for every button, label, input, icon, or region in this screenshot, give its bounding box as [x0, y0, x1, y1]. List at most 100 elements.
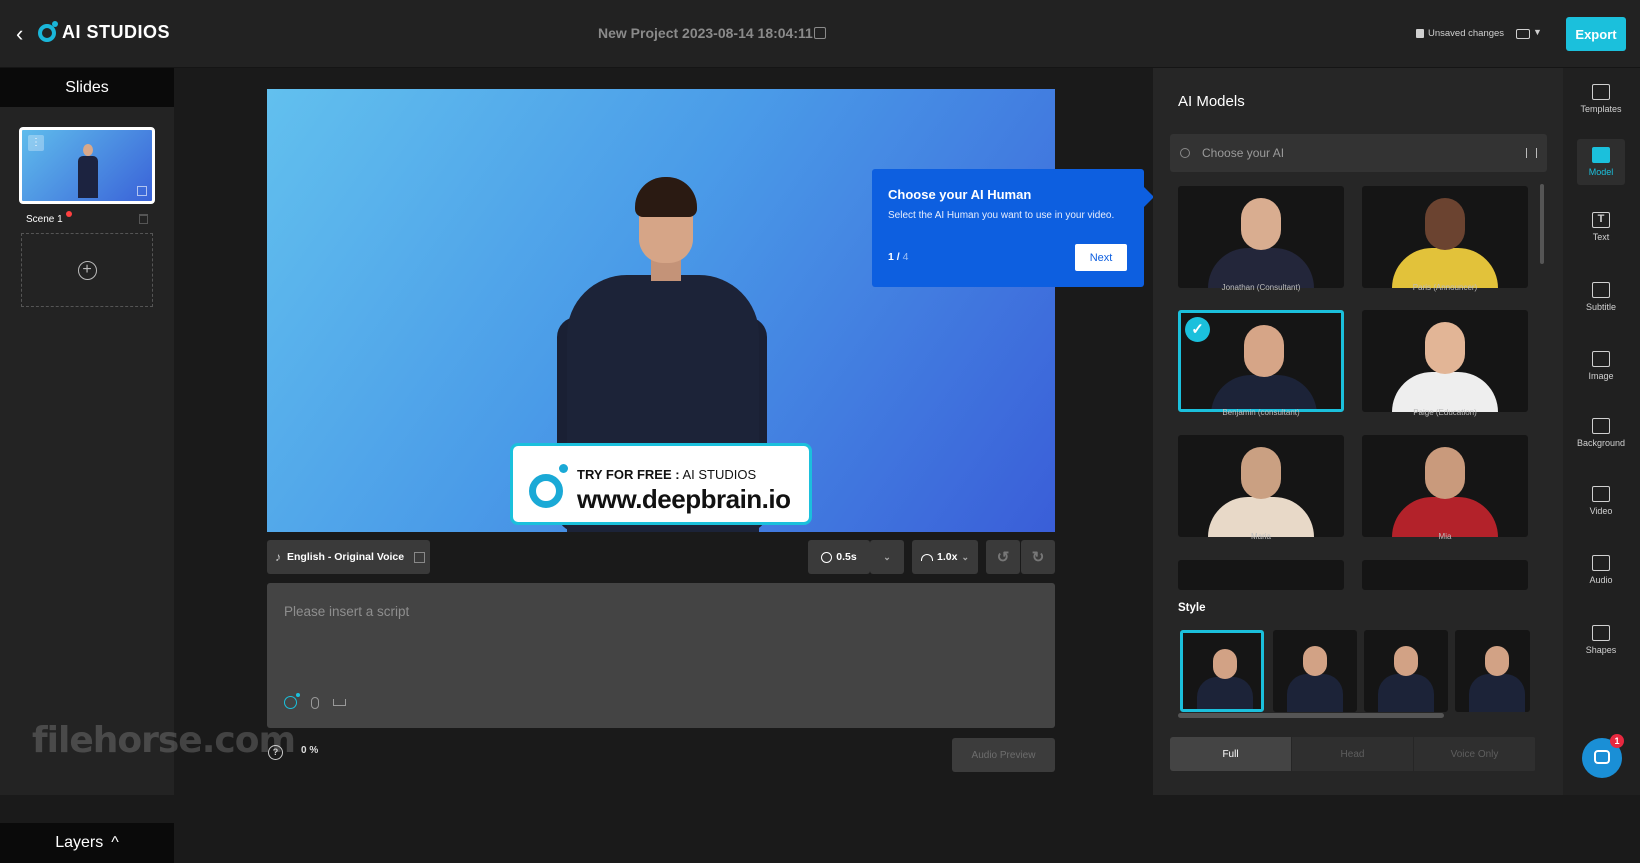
chat-badge: 1: [1610, 734, 1624, 748]
rail-shapes[interactable]: Shapes: [1577, 617, 1625, 663]
model-card-jonathan[interactable]: [1178, 186, 1344, 288]
filter-icon[interactable]: [1526, 148, 1537, 158]
plus-circle-icon: +: [77, 260, 97, 280]
model-name: Jonathan (Consultant): [1221, 283, 1301, 292]
model-name: Mia: [1438, 532, 1452, 541]
clock-icon: [821, 551, 833, 563]
speed-value: 1.0x: [937, 551, 958, 563]
style-title: Style: [1178, 602, 1206, 614]
microphone-icon[interactable]: [311, 696, 319, 709]
video-canvas[interactable]: TRY FOR FREE : AI STUDIOS www.deepbrain.…: [267, 89, 1055, 532]
slides-title: Slides: [0, 68, 174, 107]
upload-icon[interactable]: [333, 699, 346, 706]
trash-icon[interactable]: [139, 214, 148, 224]
background-icon: [1592, 418, 1610, 434]
external-link-icon: [414, 551, 426, 563]
model-card-maria[interactable]: [1178, 435, 1344, 537]
chevron-down-icon: ⌄: [883, 551, 891, 562]
audio-preview-button[interactable]: Audio Preview: [952, 738, 1055, 772]
help-icon[interactable]: ?: [268, 745, 283, 760]
rail-model[interactable]: Model: [1577, 139, 1625, 185]
model-card-mia[interactable]: [1362, 435, 1528, 537]
scene-thumbnail[interactable]: ⋮: [19, 127, 155, 204]
rail-image[interactable]: Image: [1577, 343, 1625, 389]
back-icon[interactable]: ‹: [16, 23, 30, 46]
model-icon: [1592, 147, 1610, 163]
model-card-partial[interactable]: [1178, 560, 1344, 590]
layers-toggle[interactable]: Layers ^: [0, 823, 174, 863]
rail-templates[interactable]: Templates: [1577, 76, 1625, 122]
aspect-ratio-icon[interactable]: [1516, 29, 1530, 39]
pause-duration-button[interactable]: 0.5s: [808, 540, 870, 574]
tooltip-pager: 1 / 4: [888, 251, 909, 263]
model-card-paige[interactable]: [1362, 310, 1528, 412]
undo-icon: ↺: [996, 549, 1010, 566]
watermark: filehorse.com: [32, 720, 296, 761]
pause-dropdown-button[interactable]: ⌄: [870, 540, 904, 574]
app-logo[interactable]: AI STUDIOS: [38, 20, 170, 43]
mode-full[interactable]: Full: [1170, 737, 1292, 771]
add-scene-button[interactable]: +: [21, 233, 153, 307]
style-option[interactable]: [1180, 630, 1264, 712]
scene-menu-icon[interactable]: ⋮: [28, 135, 44, 151]
script-placeholder[interactable]: Please insert a script: [284, 604, 409, 619]
style-scrollbar[interactable]: [1178, 713, 1444, 718]
layers-label: Layers: [55, 834, 104, 851]
subtitle-icon: [1592, 282, 1610, 298]
tooltip-next-button[interactable]: Next: [1075, 244, 1127, 271]
rail-audio[interactable]: Audio: [1577, 547, 1625, 593]
top-bar: ‹ AI STUDIOS New Project 2023-08-14 18:0…: [0, 0, 1640, 68]
edit-title-icon[interactable]: [814, 27, 826, 39]
save-icon: [1416, 29, 1424, 38]
scene-label[interactable]: Scene 1: [26, 214, 63, 225]
chat-icon: [1594, 750, 1610, 764]
model-card-partial[interactable]: [1362, 560, 1528, 590]
promo-url: www.deepbrain.io: [577, 484, 791, 514]
speed-gauge-icon: [921, 553, 933, 561]
project-title[interactable]: New Project 2023-08-14 18:04:11: [598, 25, 813, 41]
script-tools: [284, 693, 346, 709]
tooltip-title: Choose your AI Human: [888, 187, 1032, 202]
progress-percent: 0 %: [301, 745, 319, 756]
scene-alert-dot: [66, 211, 72, 217]
rail-background[interactable]: Background: [1577, 410, 1625, 456]
model-card-paris[interactable]: [1362, 186, 1528, 288]
text-icon: T: [1592, 212, 1610, 228]
audio-icon: [1592, 555, 1610, 571]
templates-icon: [1592, 84, 1610, 100]
logo-icon: [38, 20, 58, 42]
style-option[interactable]: [1273, 630, 1357, 712]
voice-wave-icon: ♪: [275, 550, 281, 564]
style-option[interactable]: [1364, 630, 1448, 712]
scene-expand-icon[interactable]: [137, 186, 147, 196]
voice-label: English - Original Voice: [287, 551, 405, 563]
selected-check-icon: ✓: [1185, 317, 1210, 342]
mode-head[interactable]: Head: [1292, 737, 1414, 771]
models-scrollbar[interactable]: [1540, 184, 1544, 264]
speed-select-button[interactable]: 1.0x ⌄: [912, 540, 978, 574]
chat-support-button[interactable]: 1: [1582, 734, 1624, 778]
voice-select-button[interactable]: ♪ English - Original Voice: [267, 540, 430, 574]
script-editor[interactable]: Please insert a script: [267, 583, 1055, 728]
rail-subtitle[interactable]: Subtitle: [1577, 274, 1625, 320]
scene-avatar-preview: [78, 144, 98, 201]
rail-text[interactable]: T Text: [1577, 204, 1625, 250]
model-card-benjamin[interactable]: ✓: [1178, 310, 1344, 412]
redo-icon: ↻: [1031, 549, 1045, 566]
unsaved-label: Unsaved changes: [1428, 28, 1505, 39]
ai-assist-icon[interactable]: [284, 693, 300, 709]
model-name: Paris (Announcer): [1412, 283, 1478, 292]
undo-button[interactable]: ↺: [986, 540, 1020, 574]
right-tool-rail: Templates Model T Text Subtitle Image Bac…: [1563, 68, 1640, 795]
model-name: Benjamin (consultant): [1222, 408, 1300, 417]
redo-button[interactable]: ↻: [1021, 540, 1055, 574]
promo-banner[interactable]: TRY FOR FREE : AI STUDIOS www.deepbrain.…: [510, 443, 812, 525]
rail-video[interactable]: Video: [1577, 478, 1625, 524]
mode-voice-only[interactable]: Voice Only: [1414, 737, 1536, 771]
style-option[interactable]: [1455, 630, 1530, 712]
export-button[interactable]: Export: [1566, 17, 1626, 51]
models-title: AI Models: [1178, 93, 1245, 110]
model-search[interactable]: [1170, 134, 1547, 172]
model-search-input[interactable]: [1202, 146, 1502, 160]
aspect-ratio-caret-icon[interactable]: ▼: [1533, 27, 1542, 37]
